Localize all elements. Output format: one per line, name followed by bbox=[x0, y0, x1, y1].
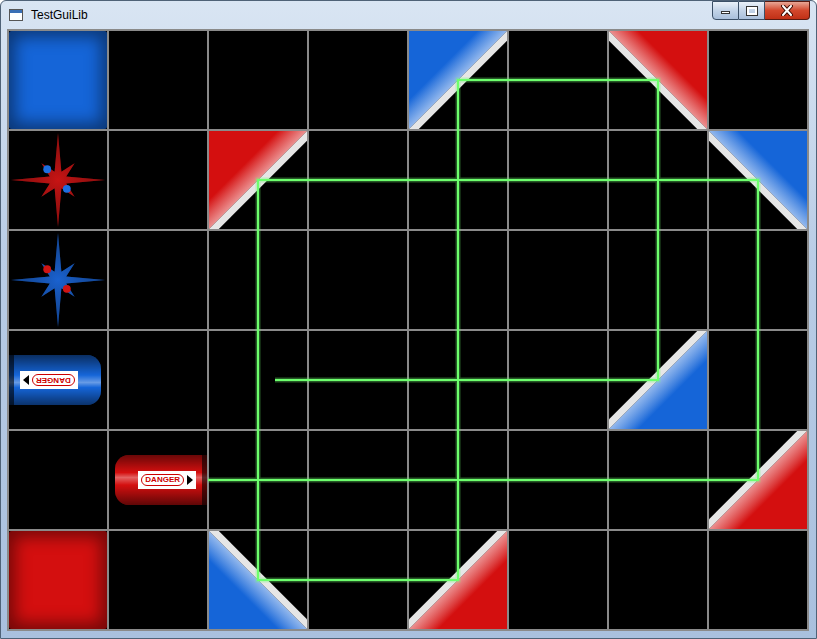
board-cell[interactable] bbox=[409, 331, 507, 429]
board-cell[interactable] bbox=[509, 131, 607, 229]
board-cell[interactable] bbox=[409, 431, 507, 529]
laser-beam bbox=[9, 31, 807, 629]
board-cell[interactable] bbox=[509, 431, 607, 529]
board-cell[interactable]: DANGER bbox=[109, 431, 207, 529]
laser-label: DANGER bbox=[32, 374, 75, 386]
arrow-icon bbox=[23, 375, 29, 385]
star[interactable] bbox=[9, 131, 107, 229]
board-cell[interactable] bbox=[509, 231, 607, 329]
laser[interactable]: DANGER bbox=[109, 431, 207, 529]
board-cell[interactable] bbox=[109, 531, 207, 629]
title-bar[interactable]: TestGuiLib bbox=[1, 1, 816, 29]
board-cell[interactable] bbox=[109, 31, 207, 129]
board-cell[interactable] bbox=[209, 31, 307, 129]
board-cell[interactable] bbox=[9, 231, 107, 329]
board-cell[interactable] bbox=[509, 531, 607, 629]
mirror[interactable] bbox=[409, 531, 507, 629]
board-cell[interactable] bbox=[709, 131, 807, 229]
minimize-button[interactable] bbox=[712, 1, 739, 20]
window: TestGuiLib DANGER DANGER bbox=[0, 0, 817, 639]
mirror[interactable] bbox=[609, 331, 707, 429]
laser[interactable]: DANGER bbox=[9, 331, 107, 429]
board-cell[interactable] bbox=[609, 131, 707, 229]
mirror[interactable] bbox=[609, 31, 707, 129]
board-cell[interactable] bbox=[609, 331, 707, 429]
board-cell[interactable] bbox=[509, 331, 607, 429]
board-cell[interactable] bbox=[609, 31, 707, 129]
board-cell[interactable] bbox=[309, 431, 407, 529]
board-cell[interactable] bbox=[209, 231, 307, 329]
close-button[interactable] bbox=[765, 1, 810, 20]
mirror[interactable] bbox=[709, 431, 807, 529]
mirror[interactable] bbox=[209, 131, 307, 229]
board-cell[interactable] bbox=[209, 531, 307, 629]
mirror[interactable] bbox=[409, 31, 507, 129]
mirror[interactable] bbox=[209, 531, 307, 629]
board-cell[interactable] bbox=[109, 131, 207, 229]
board-cell[interactable] bbox=[309, 331, 407, 429]
board-cell[interactable] bbox=[9, 431, 107, 529]
close-icon bbox=[781, 5, 793, 16]
board-cell[interactable] bbox=[709, 531, 807, 629]
board-cell[interactable] bbox=[709, 431, 807, 529]
block[interactable] bbox=[9, 531, 107, 629]
board-cell[interactable] bbox=[709, 31, 807, 129]
board-cell[interactable] bbox=[209, 431, 307, 529]
board-cell[interactable] bbox=[409, 131, 507, 229]
board-cell[interactable] bbox=[209, 131, 307, 229]
arrow-icon bbox=[187, 475, 193, 485]
board-cell[interactable] bbox=[9, 31, 107, 129]
board-cell[interactable] bbox=[209, 331, 307, 429]
app-icon bbox=[9, 9, 23, 21]
board-cell[interactable] bbox=[309, 31, 407, 129]
board-cell[interactable] bbox=[709, 231, 807, 329]
mirror[interactable] bbox=[709, 131, 807, 229]
laser-label: DANGER bbox=[141, 474, 184, 486]
board-cell[interactable] bbox=[309, 231, 407, 329]
maximize-icon bbox=[747, 7, 757, 15]
board-cell[interactable] bbox=[9, 131, 107, 229]
board-cell[interactable] bbox=[609, 231, 707, 329]
board-cell[interactable] bbox=[709, 331, 807, 429]
maximize-button[interactable] bbox=[739, 1, 765, 20]
board-cell[interactable] bbox=[409, 231, 507, 329]
minimize-icon bbox=[721, 11, 730, 14]
board-cell[interactable] bbox=[109, 331, 207, 429]
star[interactable] bbox=[9, 231, 107, 329]
board-cell[interactable] bbox=[609, 431, 707, 529]
board-cell[interactable] bbox=[109, 231, 207, 329]
board-cell[interactable] bbox=[9, 531, 107, 629]
board-cell[interactable] bbox=[409, 31, 507, 129]
board-cell[interactable] bbox=[309, 131, 407, 229]
board: DANGER DANGER bbox=[7, 29, 809, 631]
board-cell[interactable] bbox=[309, 531, 407, 629]
board-cell[interactable] bbox=[509, 31, 607, 129]
board-cell[interactable] bbox=[409, 531, 507, 629]
board-cell[interactable] bbox=[609, 531, 707, 629]
block[interactable] bbox=[9, 31, 107, 129]
board-cell[interactable]: DANGER bbox=[9, 331, 107, 429]
window-title: TestGuiLib bbox=[31, 6, 88, 24]
